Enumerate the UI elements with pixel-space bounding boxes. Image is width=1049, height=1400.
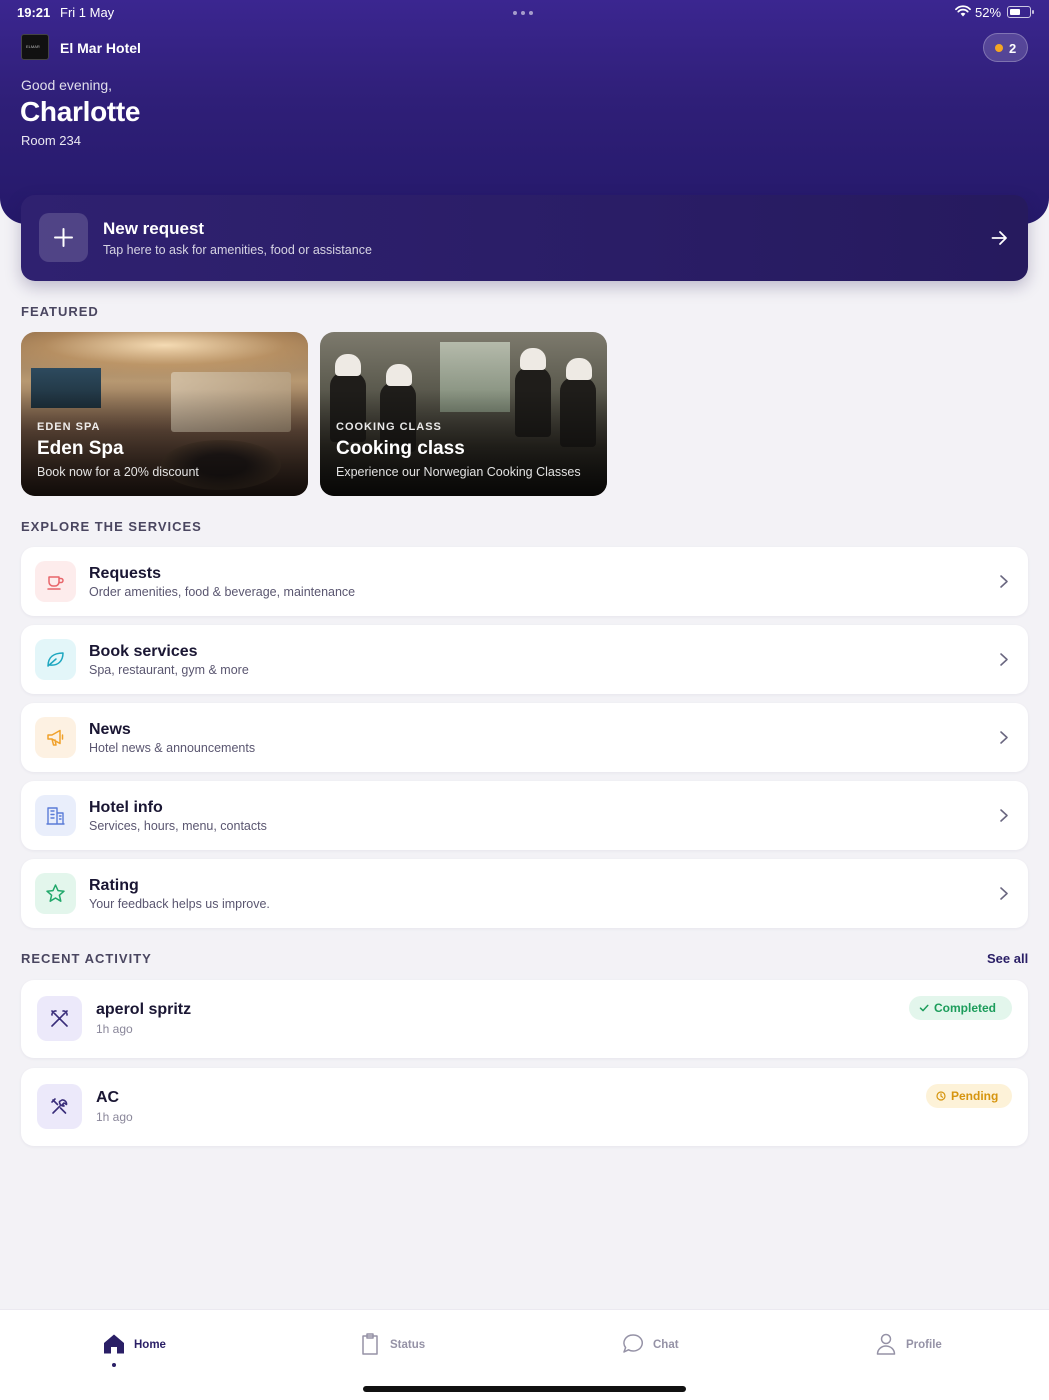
notification-count: 2 — [1009, 41, 1017, 56]
activity-item[interactable]: aperol spritz 1h ago Completed — [21, 980, 1028, 1058]
cup-icon — [35, 561, 76, 602]
app-screen: 19:21 Fri 1 May 52% ELMAR El Mar Hotel 2… — [0, 0, 1049, 1400]
guest-name: Charlotte — [20, 96, 141, 127]
featured-card-eden-spa[interactable]: EDEN SPA Eden Spa Book now for a 20% dis… — [21, 332, 308, 496]
clipboard-icon — [362, 1333, 378, 1355]
service-title: Requests — [89, 565, 162, 582]
featured-title: Cooking class — [336, 438, 465, 459]
status-bar: 19:21 Fri 1 May 52% — [0, 0, 1049, 24]
activity-title: AC — [96, 1089, 120, 1106]
tab-label: Chat — [653, 1339, 679, 1351]
service-title: Rating — [89, 877, 139, 894]
building-icon — [35, 795, 76, 836]
activity-title: aperol spritz — [96, 1001, 192, 1018]
featured-card-cooking-class[interactable]: COOKING CLASS Cooking class Experience o… — [320, 332, 607, 496]
tab-label: Home — [134, 1339, 166, 1351]
active-indicator — [112, 1363, 116, 1367]
activity-time: 1h ago — [96, 1110, 133, 1124]
service-subtitle: Spa, restaurant, gym & more — [89, 663, 249, 677]
clock-icon — [936, 1091, 946, 1101]
notification-dot-icon — [995, 44, 1003, 52]
multitasking-dots-icon[interactable] — [513, 11, 537, 15]
room-number: Room 234 — [21, 133, 81, 148]
chevron-right-icon — [1000, 731, 1008, 744]
service-subtitle: Order amenities, food & beverage, mainte… — [89, 585, 356, 599]
service-book-services[interactable]: Book services Spa, restaurant, gym & mor… — [21, 625, 1028, 694]
service-title: Hotel info — [89, 799, 163, 816]
megaphone-icon — [35, 717, 76, 758]
user-icon — [876, 1333, 896, 1355]
status-text: Pending — [951, 1089, 999, 1103]
service-news[interactable]: News Hotel news & announcements — [21, 703, 1028, 772]
battery-percent: 52% — [975, 5, 1002, 20]
featured-title: Eden Spa — [37, 438, 124, 459]
notifications-badge[interactable]: 2 — [983, 33, 1028, 62]
greeting: Good evening, — [21, 77, 113, 93]
featured-kicker: EDEN SPA — [37, 421, 101, 433]
service-subtitle: Your feedback helps us improve. — [89, 897, 270, 911]
battery-icon — [1007, 6, 1034, 18]
new-request-subtitle: Tap here to ask for amenities, food or a… — [103, 243, 372, 257]
leaf-icon — [35, 639, 76, 680]
service-subtitle: Services, hours, menu, contacts — [89, 819, 267, 833]
featured-heading: FEATURED — [21, 304, 99, 319]
services-heading: EXPLORE THE SERVICES — [21, 519, 202, 534]
status-date: Fri 1 May — [60, 5, 115, 20]
activity-time: 1h ago — [96, 1022, 133, 1036]
featured-kicker: COOKING CLASS — [336, 421, 442, 433]
featured-subtitle: Book now for a 20% discount — [37, 465, 199, 479]
hotel-logo: ELMAR — [21, 34, 49, 60]
wifi-icon — [955, 5, 971, 17]
service-title: Book services — [89, 643, 198, 660]
chevron-right-icon — [1000, 809, 1008, 822]
service-requests[interactable]: Requests Order amenities, food & beverag… — [21, 547, 1028, 616]
chevron-right-icon — [1000, 653, 1008, 666]
arrow-right-icon — [991, 231, 1007, 245]
status-badge-completed: Completed — [909, 996, 1012, 1020]
chat-icon — [623, 1334, 643, 1353]
see-all-link[interactable]: See all — [987, 951, 1028, 966]
home-icon — [104, 1334, 124, 1354]
activity-item[interactable]: AC 1h ago Pending — [21, 1068, 1028, 1146]
service-hotel-info[interactable]: Hotel info Services, hours, menu, contac… — [21, 781, 1028, 850]
status-text: Completed — [934, 1001, 997, 1015]
recent-activity-heading: RECENT ACTIVITY — [21, 951, 152, 966]
logo-text: ELMAR — [26, 44, 40, 49]
service-rating[interactable]: Rating Your feedback helps us improve. — [21, 859, 1028, 928]
chevron-right-icon — [1000, 887, 1008, 900]
featured-subtitle: Experience our Norwegian Cooking Classes — [336, 465, 581, 479]
tab-label: Profile — [906, 1339, 942, 1351]
service-subtitle: Hotel news & announcements — [89, 741, 256, 755]
status-time: 19:21 — [17, 5, 51, 20]
check-icon — [919, 1004, 929, 1012]
star-icon — [35, 873, 76, 914]
header: 19:21 Fri 1 May 52% ELMAR El Mar Hotel 2… — [0, 0, 1049, 224]
cutlery-icon — [37, 996, 82, 1041]
chevron-right-icon — [1000, 575, 1008, 588]
new-request-card[interactable]: New request Tap here to ask for amenitie… — [21, 195, 1028, 281]
home-indicator[interactable] — [363, 1386, 686, 1392]
tools-icon — [37, 1084, 82, 1129]
new-request-title: New request — [103, 219, 205, 238]
plus-icon — [39, 213, 88, 262]
tab-label: Status — [390, 1339, 426, 1351]
hotel-name: El Mar Hotel — [60, 40, 141, 56]
status-badge-pending: Pending — [926, 1084, 1012, 1108]
service-title: News — [89, 721, 131, 738]
